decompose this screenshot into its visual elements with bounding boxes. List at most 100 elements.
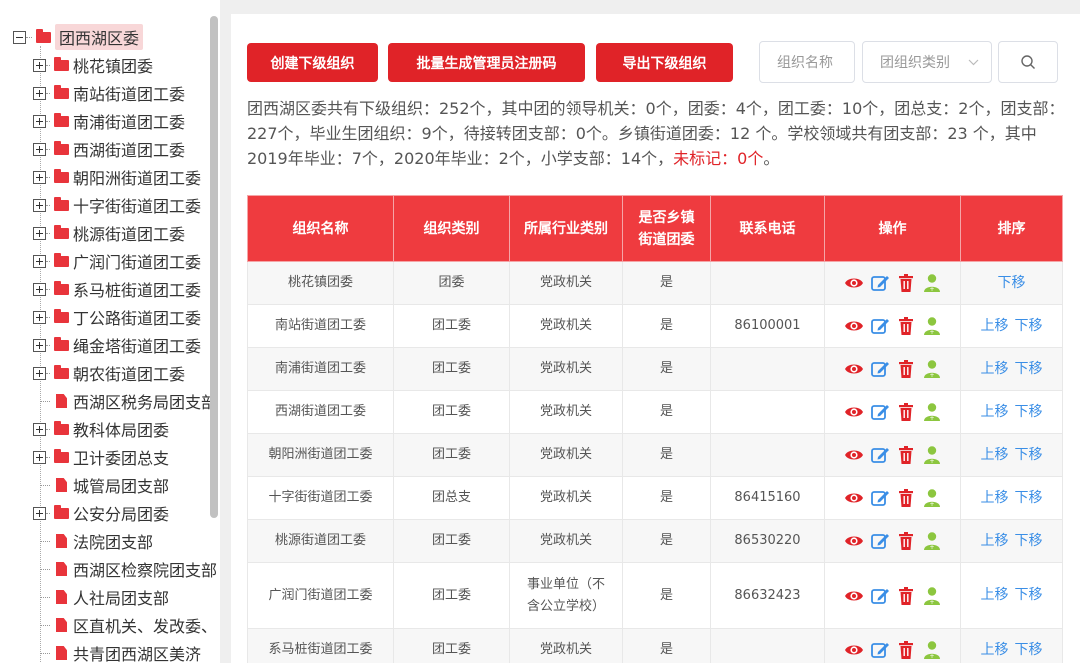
move-down-link[interactable]: 下移 <box>1015 587 1043 603</box>
admin-user-icon[interactable]: + <box>922 445 942 465</box>
admin-user-icon[interactable]: + <box>922 640 942 660</box>
view-icon[interactable] <box>844 359 864 379</box>
expand-icon[interactable] <box>33 254 46 268</box>
delete-icon[interactable] <box>896 488 916 508</box>
edit-icon[interactable] <box>870 531 890 551</box>
expand-icon[interactable] <box>33 450 46 464</box>
admin-user-icon[interactable]: + <box>922 359 942 379</box>
tree-item[interactable]: 朝农街道团工委 <box>33 359 220 387</box>
delete-icon[interactable] <box>896 316 916 336</box>
expand-icon[interactable] <box>33 170 46 184</box>
move-down-link[interactable]: 下移 <box>1015 490 1043 506</box>
tree-item[interactable]: 朝阳洲街道团工委 <box>33 163 220 191</box>
view-icon[interactable] <box>844 445 864 465</box>
tree-item[interactable]: 法院团支部 <box>33 527 220 555</box>
tree-item[interactable]: 区直机关、发改委、 <box>33 611 220 639</box>
delete-icon[interactable] <box>896 640 916 660</box>
admin-user-icon[interactable]: + <box>922 273 942 293</box>
view-icon[interactable] <box>844 488 864 508</box>
view-icon[interactable] <box>844 316 864 336</box>
delete-icon[interactable] <box>896 273 916 293</box>
expand-icon[interactable] <box>33 282 46 296</box>
move-up-link[interactable]: 上移 <box>981 490 1009 506</box>
tree-root[interactable]: 团西湖区委 <box>13 23 220 51</box>
move-up-link[interactable]: 上移 <box>981 404 1009 420</box>
tree-item[interactable]: 南站街道团工委 <box>33 79 220 107</box>
tree-item[interactable]: 丁公路街道团工委 <box>33 303 220 331</box>
tree-item[interactable]: 共青团西湖区美济 <box>33 639 220 663</box>
expand-icon[interactable] <box>33 58 46 72</box>
tree-item[interactable]: 人社局团支部 <box>33 583 220 611</box>
move-down-link[interactable]: 下移 <box>1015 533 1043 549</box>
expand-icon[interactable] <box>33 198 46 212</box>
view-icon[interactable] <box>844 531 864 551</box>
delete-icon[interactable] <box>896 445 916 465</box>
tree-item[interactable]: 广润门街道团工委 <box>33 247 220 275</box>
org-name-input[interactable]: 组织名称 <box>759 41 855 83</box>
org-type-select[interactable]: 团组织类别 <box>862 41 992 83</box>
admin-user-icon[interactable]: + <box>922 316 942 336</box>
move-down-link[interactable]: 下移 <box>1015 318 1043 334</box>
edit-icon[interactable] <box>870 316 890 336</box>
move-up-link[interactable]: 上移 <box>981 642 1009 658</box>
tree-item[interactable]: 西湖区检察院团支部 <box>33 555 220 583</box>
view-icon[interactable] <box>844 586 864 606</box>
edit-icon[interactable] <box>870 586 890 606</box>
expand-icon[interactable] <box>33 506 46 520</box>
tree-item[interactable]: 城管局团支部 <box>33 471 220 499</box>
tree-item[interactable]: 西湖区税务局团支部 <box>33 387 220 415</box>
tree-scrollbar[interactable] <box>210 16 218 518</box>
expand-icon[interactable] <box>33 226 46 240</box>
expand-icon[interactable] <box>33 142 46 156</box>
move-down-link[interactable]: 下移 <box>1015 642 1043 658</box>
view-icon[interactable] <box>844 402 864 422</box>
admin-user-icon[interactable]: + <box>922 488 942 508</box>
move-up-link[interactable]: 上移 <box>981 361 1009 377</box>
tree-item[interactable]: 西湖街道团工委 <box>33 135 220 163</box>
tree-item[interactable]: 公安分局团委 <box>33 499 220 527</box>
delete-icon[interactable] <box>896 359 916 379</box>
delete-icon[interactable] <box>896 402 916 422</box>
expand-icon[interactable] <box>33 338 46 352</box>
tree-item[interactable]: 桃源街道团工委 <box>33 219 220 247</box>
edit-icon[interactable] <box>870 273 890 293</box>
delete-icon[interactable] <box>896 531 916 551</box>
move-up-link[interactable]: 上移 <box>981 447 1009 463</box>
view-icon[interactable] <box>844 273 864 293</box>
move-up-link[interactable]: 上移 <box>981 533 1009 549</box>
admin-user-icon[interactable]: + <box>922 531 942 551</box>
expand-icon[interactable] <box>33 422 46 436</box>
export-sub-org-button[interactable]: 导出下级组织 <box>596 43 733 82</box>
tree-item[interactable]: 绳金塔街道团工委 <box>33 331 220 359</box>
tree-item[interactable]: 桃花镇团委 <box>33 51 220 79</box>
expand-icon[interactable] <box>33 86 46 100</box>
tree-item[interactable]: 十字街街道团工委 <box>33 191 220 219</box>
tree-item[interactable]: 教科体局团委 <box>33 415 220 443</box>
admin-user-icon[interactable]: + <box>922 586 942 606</box>
edit-icon[interactable] <box>870 640 890 660</box>
tree-item[interactable]: 卫计委团总支 <box>33 443 220 471</box>
view-icon[interactable] <box>844 640 864 660</box>
tree-item-label: 人社局团支部 <box>73 589 170 608</box>
search-button[interactable] <box>998 41 1058 83</box>
expand-icon[interactable] <box>33 310 46 324</box>
tree-item[interactable]: 系马桩街道团工委 <box>33 275 220 303</box>
edit-icon[interactable] <box>870 402 890 422</box>
tree-item[interactable]: 南浦街道团工委 <box>33 107 220 135</box>
move-up-link[interactable]: 上移 <box>981 587 1009 603</box>
edit-icon[interactable] <box>870 359 890 379</box>
move-down-link[interactable]: 下移 <box>1015 447 1043 463</box>
move-down-link[interactable]: 下移 <box>1015 361 1043 377</box>
batch-register-code-button[interactable]: 批量生成管理员注册码 <box>388 43 585 82</box>
edit-icon[interactable] <box>870 488 890 508</box>
admin-user-icon[interactable]: + <box>922 402 942 422</box>
expand-icon[interactable] <box>33 114 46 128</box>
move-down-link[interactable]: 下移 <box>998 275 1026 291</box>
delete-icon[interactable] <box>896 586 916 606</box>
expand-icon[interactable] <box>33 366 46 380</box>
edit-icon[interactable] <box>870 445 890 465</box>
collapse-icon[interactable] <box>13 30 26 44</box>
create-sub-org-button[interactable]: 创建下级组织 <box>247 43 378 82</box>
move-down-link[interactable]: 下移 <box>1015 404 1043 420</box>
move-up-link[interactable]: 上移 <box>981 318 1009 334</box>
